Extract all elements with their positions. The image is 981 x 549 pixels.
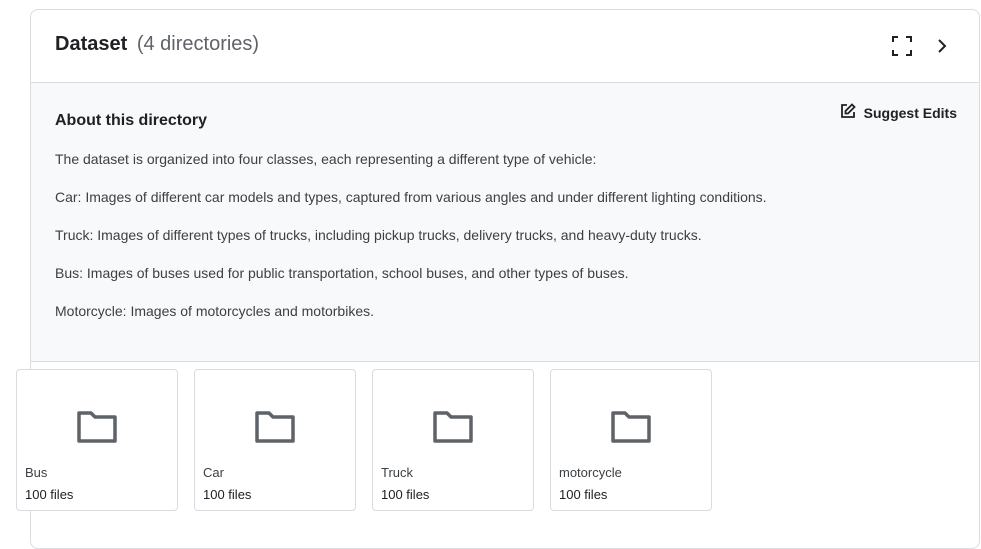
- description-paragraph: Bus: Images of buses used for public tra…: [55, 265, 629, 281]
- chevron-right-icon[interactable]: [931, 35, 953, 57]
- folder-icon: [76, 410, 118, 449]
- description-paragraph: The dataset is organized into four class…: [55, 151, 597, 167]
- page-title: Dataset (4 directories): [55, 33, 259, 56]
- folder-icon: [432, 410, 474, 449]
- directory-tile-motorcycle[interactable]: motorcycle 100 files: [550, 369, 712, 511]
- suggest-edits-label: Suggest Edits: [863, 104, 957, 121]
- fullscreen-icon[interactable]: [891, 35, 913, 57]
- header-actions: [891, 35, 953, 57]
- edit-icon: [840, 103, 856, 122]
- directory-name: Bus: [25, 465, 48, 480]
- folder-icon: [610, 410, 652, 449]
- suggest-edits-button[interactable]: Suggest Edits: [840, 103, 957, 122]
- file-count: 100 files: [381, 487, 430, 502]
- about-section: Suggest Edits About this directory The d…: [31, 83, 979, 362]
- directory-name: Truck: [381, 465, 414, 480]
- directory-tile-bus[interactable]: Bus 100 files: [16, 369, 178, 511]
- about-description: The dataset is organized into four class…: [55, 150, 955, 320]
- directory-tile-truck[interactable]: Truck 100 files: [372, 369, 534, 511]
- file-count: 100 files: [25, 487, 74, 502]
- description-paragraph: Car: Images of different car models and …: [55, 189, 767, 205]
- file-count: 100 files: [559, 487, 608, 502]
- title-main: Dataset: [55, 33, 128, 55]
- directory-list: Bus 100 files Car 100 files Truck 100 fi…: [16, 369, 712, 511]
- file-count: 100 files: [203, 487, 252, 502]
- dataset-header: Dataset (4 directories): [31, 10, 979, 83]
- directory-tile-car[interactable]: Car 100 files: [194, 369, 356, 511]
- directory-name: motorcycle: [559, 465, 622, 480]
- folder-icon: [254, 410, 296, 449]
- directory-count: (4 directories): [136, 33, 260, 55]
- directory-name: Car: [203, 465, 224, 480]
- description-paragraph: Motorcycle: Images of motorcycles and mo…: [55, 303, 375, 319]
- about-heading: About this directory: [55, 112, 208, 129]
- description-paragraph: Truck: Images of different types of truc…: [55, 227, 702, 243]
